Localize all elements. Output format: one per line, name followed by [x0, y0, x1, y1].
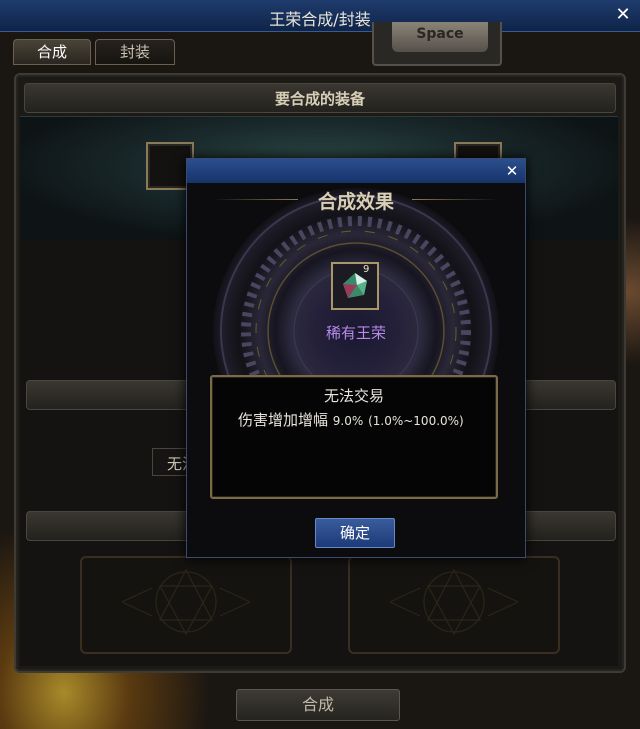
stat-value: 9.0% [332, 414, 364, 428]
stat-label: 伤害增加增幅 [238, 411, 329, 429]
material-slot-right[interactable] [348, 556, 560, 654]
tab-package[interactable]: 封装 [95, 39, 175, 65]
window-title: 王荣合成/封装 [269, 10, 371, 29]
item-stack-count: 9 [363, 264, 370, 275]
tab-synthesize[interactable]: 合成 [13, 39, 91, 65]
confirm-button[interactable]: 确定 [315, 518, 395, 548]
space-button[interactable]: Space [392, 22, 488, 52]
dialog-title: 合成效果 [317, 191, 394, 213]
window-close-icon[interactable]: ✕ [611, 3, 635, 27]
synthesize-button[interactable]: 合成 [236, 689, 400, 721]
equipment-section-title: 要合成的装备 [274, 90, 365, 108]
stat-line: 伤害增加增幅 9.0% (1.0%~100.0%) [238, 409, 464, 430]
hexagram-emblem-icon [389, 568, 519, 636]
material-slot-left[interactable] [80, 556, 292, 654]
dialog-title-bar[interactable] [187, 159, 525, 183]
gem-icon [343, 273, 367, 298]
result-item-name: 稀有王荣 [325, 324, 386, 342]
stat-range: (1.0%~100.0%) [368, 414, 464, 428]
hexagram-emblem-icon [121, 568, 251, 636]
trade-status-text: 无法交易 [323, 387, 384, 405]
dialog-close-icon[interactable]: ✕ [502, 161, 522, 181]
